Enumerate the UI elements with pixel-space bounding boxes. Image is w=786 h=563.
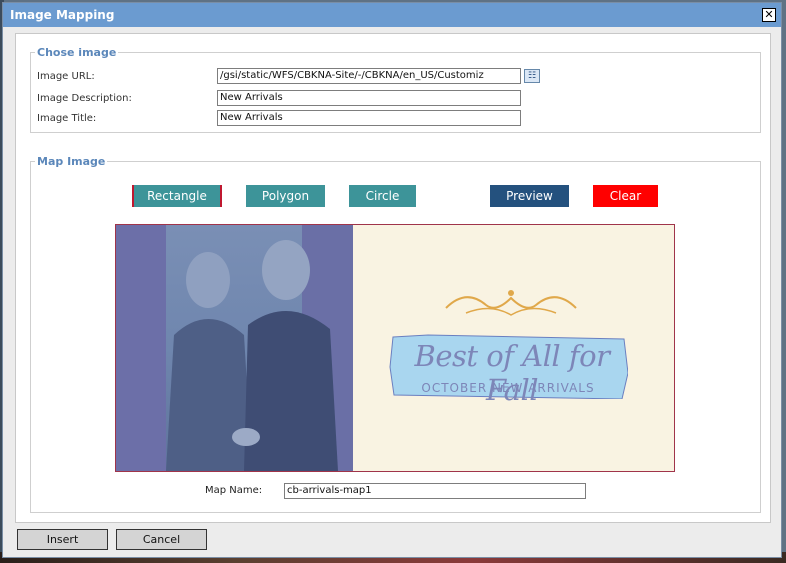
map-image-legend: Map Image bbox=[37, 155, 106, 168]
map-name-field[interactable]: cb-arrivals-map1 bbox=[284, 483, 586, 499]
image-url-field[interactable]: /gsi/static/WFS/CBKNA-Site/-/CBKNA/en_US… bbox=[217, 68, 521, 84]
browse-icon[interactable]: ☷ bbox=[524, 69, 540, 83]
rectangle-button[interactable]: Rectangle bbox=[132, 185, 222, 207]
circle-button[interactable]: Circle bbox=[349, 185, 416, 207]
map-image-canvas[interactable]: Best of All for Fall OCTOBER NEW ARRIVAL… bbox=[115, 224, 675, 472]
close-icon[interactable]: ✕ bbox=[762, 8, 776, 22]
map-name-label: Map Name: bbox=[205, 485, 263, 496]
photo-area bbox=[116, 225, 353, 471]
insert-button[interactable]: Insert bbox=[17, 529, 108, 550]
image-description-label: Image Description: bbox=[37, 93, 132, 104]
photo-figures bbox=[166, 240, 338, 471]
cancel-button[interactable]: Cancel bbox=[116, 529, 207, 550]
dialog-title: Image Mapping bbox=[10, 8, 115, 22]
clear-button[interactable]: Clear bbox=[593, 185, 658, 207]
image-title-field[interactable]: New Arrivals bbox=[217, 110, 521, 126]
dialog-titlebar[interactable]: Image Mapping ✕ bbox=[3, 3, 781, 27]
image-description-field[interactable]: New Arrivals bbox=[217, 90, 521, 106]
image-mapping-dialog: Image Mapping ✕ Chose image Image URL: /… bbox=[2, 2, 782, 558]
polygon-button[interactable]: Polygon bbox=[246, 185, 325, 207]
ornament-icon bbox=[445, 290, 577, 316]
banner-headline: Best of All for Fall bbox=[414, 339, 610, 407]
dialog-content: Chose image Image URL: /gsi/static/WFS/C… bbox=[15, 33, 771, 523]
banner-subhead: OCTOBER NEW ARRIVALS bbox=[421, 381, 595, 395]
preview-button[interactable]: Preview bbox=[490, 185, 569, 207]
image-title-label: Image Title: bbox=[37, 113, 97, 124]
banner-overlay: Best of All for Fall OCTOBER NEW ARRIVAL… bbox=[388, 333, 628, 407]
image-url-label: Image URL: bbox=[37, 71, 95, 82]
chose-image-legend: Chose image bbox=[37, 46, 117, 59]
